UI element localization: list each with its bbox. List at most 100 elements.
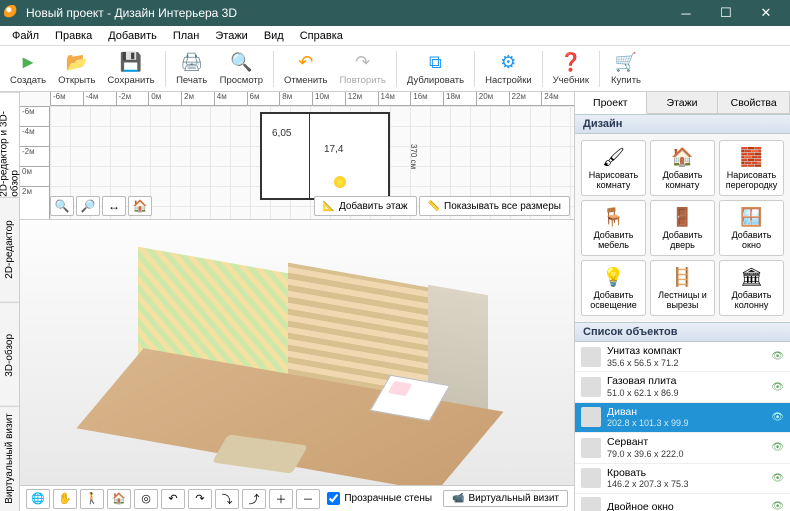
home-3d-button[interactable]: 🏠: [107, 489, 131, 509]
orbit-button[interactable]: 🌐: [26, 489, 50, 509]
add-lighting-icon: 💡: [603, 266, 625, 288]
duplicate-button[interactable]: ⧉Дублировать: [401, 51, 470, 87]
camera-icon: 📹: [452, 493, 464, 504]
vtab-2[interactable]: 3D-обзор: [0, 302, 19, 407]
zoom-out-3d-button[interactable]: －: [296, 489, 320, 509]
view-3d[interactable]: [20, 220, 574, 485]
add-door-icon: 🚪: [672, 206, 694, 228]
tile-add-window[interactable]: 🪟Добавитьокно: [719, 200, 784, 256]
transparent-walls-checkbox[interactable]: Прозрачные стены: [327, 492, 432, 505]
save-button[interactable]: 💾Сохранить: [101, 51, 160, 87]
undo-icon: ↶: [295, 52, 317, 74]
add-column-icon: 🏛: [741, 266, 763, 288]
home-button[interactable]: 🏠: [128, 196, 152, 216]
tutorial-icon: ❓: [560, 52, 582, 74]
menu-План[interactable]: План: [165, 28, 208, 44]
virtual-visit-button[interactable]: 📹 Виртуальный визит: [443, 490, 568, 507]
preview-icon: 🔍: [230, 52, 252, 74]
rotate-right-button[interactable]: ↷: [188, 489, 212, 509]
figure-button[interactable]: 🚶: [80, 489, 104, 509]
visibility-icon[interactable]: 👁: [771, 351, 784, 362]
object-item[interactable]: Унитаз компакт35.6 x 56.5 x 71.2👁: [575, 342, 790, 372]
visibility-icon[interactable]: 👁: [771, 473, 784, 484]
open-button[interactable]: 📂Открыть: [52, 51, 101, 87]
transparent-walls-input[interactable]: [327, 492, 340, 505]
add-floor-button[interactable]: 📐Добавить этаж: [314, 196, 417, 216]
plan-2d-view[interactable]: -6м-4м-2м0м2м4м6м8м10м12м14м16м18м20м22м…: [20, 92, 574, 220]
bottom-toolbar: 🌐 ✋ 🚶 🏠 ◎ ↶ ↷ ⤵ ⤴ ＋ － Прозрачные стены 📹…: [20, 485, 574, 511]
right-panel: ПроектЭтажиСвойства Дизайн 🖌Нарисоватько…: [574, 92, 790, 511]
object-item[interactable]: Сервант79.0 x 39.6 x 222.0👁: [575, 433, 790, 463]
print-button[interactable]: 🖨Печать: [170, 51, 214, 87]
preview-button[interactable]: 🔍Просмотр: [214, 51, 269, 87]
object-item[interactable]: Двойное окно👁: [575, 494, 790, 511]
visibility-icon[interactable]: 👁: [771, 382, 784, 393]
tile-add-column[interactable]: 🏛Добавитьколонну: [719, 260, 784, 316]
pan-button[interactable]: ✋: [53, 489, 77, 509]
design-tiles: 🖌Нарисоватькомнату🏠Добавитькомнату🧱Нарис…: [575, 134, 790, 322]
zoom-out-button[interactable]: 🔎: [76, 196, 100, 216]
vtab-1[interactable]: 2D-редактор: [0, 197, 19, 302]
add-furniture-icon: 🪑: [603, 206, 625, 228]
close-button[interactable]: ✕: [746, 0, 786, 26]
objects-section-header: Список объектов: [575, 322, 790, 342]
rtab-Свойства[interactable]: Свойства: [718, 92, 790, 113]
maximize-button[interactable]: ☐: [706, 0, 746, 26]
window-title: Новый проект - Дизайн Интерьера 3D: [26, 6, 666, 20]
redo-button: ↷Повторить: [333, 51, 391, 87]
tile-add-door[interactable]: 🚪Добавитьдверь: [650, 200, 715, 256]
buy-button[interactable]: 🛒Купить: [604, 51, 648, 87]
save-icon: 💾: [120, 52, 142, 74]
draw-partition-icon: 🧱: [741, 146, 763, 168]
app-icon: [4, 5, 20, 21]
menu-Правка[interactable]: Правка: [47, 28, 100, 44]
stairs-cutouts-icon: 🪜: [672, 266, 694, 288]
object-thumb-icon: [581, 377, 601, 397]
object-item[interactable]: Диван202.8 x 101.3 x 99.9👁: [575, 403, 790, 433]
tile-add-room[interactable]: 🏠Добавитькомнату: [650, 140, 715, 196]
menu-Справка[interactable]: Справка: [292, 28, 351, 44]
tile-draw-room[interactable]: 🖌Нарисоватькомнату: [581, 140, 646, 196]
show-dimensions-button[interactable]: 📏Показывать все размеры: [419, 196, 570, 216]
tile-draw-partition[interactable]: 🧱Нарисоватьперегородку: [719, 140, 784, 196]
menu-Этажи[interactable]: Этажи: [207, 28, 255, 44]
fit-button[interactable]: ↔: [102, 196, 126, 216]
object-list[interactable]: Унитаз компакт35.6 x 56.5 x 71.2👁Газовая…: [575, 342, 790, 511]
ruler-icon: 📏: [428, 201, 440, 212]
tutorial-button[interactable]: ❓Учебник: [547, 51, 595, 87]
floorplan[interactable]: 6,05 17,4 370 см: [260, 112, 390, 200]
rotate-left-button[interactable]: ↶: [161, 489, 185, 509]
target-button[interactable]: ◎: [134, 489, 158, 509]
object-item[interactable]: Газовая плита51.0 x 62.1 x 86.9👁: [575, 372, 790, 402]
vtab-0[interactable]: 2D-редактор и 3D-обзор: [0, 92, 19, 197]
rtab-Проект[interactable]: Проект: [575, 92, 647, 114]
object-thumb-icon: [581, 468, 601, 488]
create-button[interactable]: ►Создать: [4, 51, 52, 87]
settings-button[interactable]: ⚙Настройки: [479, 51, 538, 87]
right-tabs: ПроектЭтажиСвойства: [575, 92, 790, 114]
tile-add-furniture[interactable]: 🪑Добавитьмебель: [581, 200, 646, 256]
menu-Добавить[interactable]: Добавить: [100, 28, 165, 44]
tile-stairs-cutouts[interactable]: 🪜Лестницы ивырезы: [650, 260, 715, 316]
vtab-3[interactable]: Виртуальный визит: [0, 406, 19, 511]
menu-Файл[interactable]: Файл: [4, 28, 47, 44]
zoom-in-3d-button[interactable]: ＋: [269, 489, 293, 509]
menu-Вид[interactable]: Вид: [256, 28, 292, 44]
tilt-down-button[interactable]: ⤵: [215, 489, 239, 509]
duplicate-icon: ⧉: [424, 52, 446, 74]
settings-icon: ⚙: [497, 52, 519, 74]
rtab-Этажи[interactable]: Этажи: [647, 92, 719, 113]
undo-button[interactable]: ↶Отменить: [278, 51, 333, 87]
object-thumb-icon: [581, 438, 601, 458]
layers-icon: 📐: [323, 201, 335, 212]
object-item[interactable]: Кровать146.2 x 207.3 x 75.3👁: [575, 464, 790, 494]
visibility-icon[interactable]: 👁: [771, 442, 784, 453]
marker-icon: [334, 176, 346, 188]
object-thumb-icon: [581, 497, 601, 511]
tilt-up-button[interactable]: ⤴: [242, 489, 266, 509]
minimize-button[interactable]: ─: [666, 0, 706, 26]
tile-add-lighting[interactable]: 💡Добавитьосвещение: [581, 260, 646, 316]
zoom-in-button[interactable]: 🔍: [50, 196, 74, 216]
visibility-icon[interactable]: 👁: [771, 501, 784, 511]
visibility-icon[interactable]: 👁: [771, 412, 784, 423]
